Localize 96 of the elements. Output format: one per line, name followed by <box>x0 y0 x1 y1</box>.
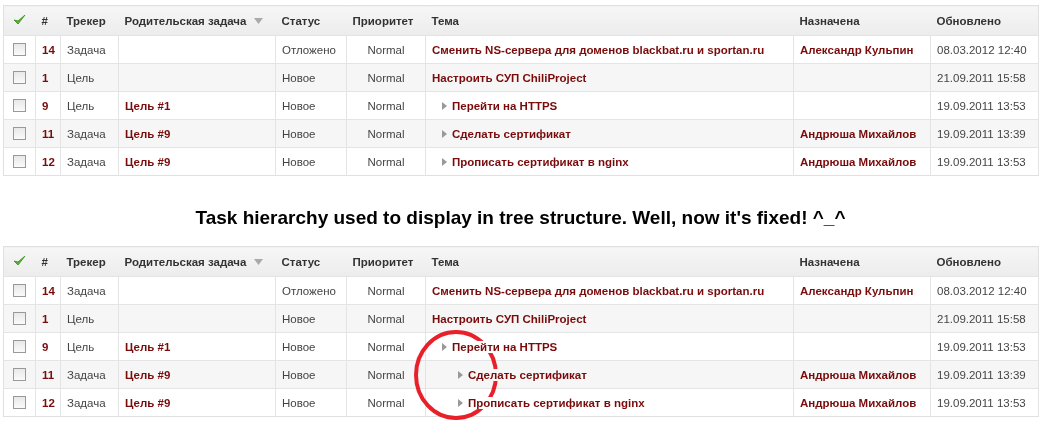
arrow-icon <box>458 370 463 379</box>
issue-link[interactable]: Перейти на HTTPS <box>452 340 558 353</box>
table-cell: Отложено <box>282 284 336 297</box>
table-cell: Normal <box>367 284 405 297</box>
column-header[interactable]: Назначена <box>799 14 860 27</box>
issue-link[interactable]: Настроить СУП ChiliProject <box>432 71 587 84</box>
issue-link[interactable]: Цель #9 <box>125 396 171 409</box>
issue-link[interactable]: 1 <box>42 312 49 325</box>
issue-link[interactable]: Цель #1 <box>125 99 171 112</box>
arrow-icon <box>442 342 447 351</box>
table-cell: Новое <box>282 340 316 353</box>
check-icon[interactable] <box>13 14 27 25</box>
table-cell: Задача <box>67 284 106 297</box>
issue-link[interactable]: Прописать сертификат в nginx <box>468 396 645 409</box>
checkbox[interactable] <box>13 71 26 85</box>
issue-link[interactable]: Перейти на HTTPS <box>452 99 558 112</box>
checkbox[interactable] <box>13 312 26 326</box>
table-cell: 21.09.2011 15:58 <box>937 71 1026 84</box>
issue-link[interactable]: Цель #9 <box>125 368 171 381</box>
issue-link[interactable]: 1 <box>42 71 49 84</box>
table-cell: Новое <box>282 71 316 84</box>
issue-link[interactable]: Цель #9 <box>125 127 171 140</box>
table-cell: Normal <box>367 368 405 381</box>
table-cell: 21.09.2011 15:58 <box>937 312 1026 325</box>
table-cell: Normal <box>367 340 405 353</box>
arrow-icon <box>458 398 463 407</box>
table-cell: 19.09.2011 13:39 <box>937 368 1026 381</box>
issue-link[interactable]: Цель #9 <box>125 155 171 168</box>
checkbox[interactable] <box>13 284 26 298</box>
table-cell: Новое <box>282 99 316 112</box>
issue-link[interactable]: 11 <box>42 368 55 381</box>
table-cell: Цель <box>67 71 95 84</box>
table-cell: 08.03.2012 12:40 <box>937 43 1027 56</box>
table-cell: 08.03.2012 12:40 <box>937 284 1027 297</box>
table-cell: Новое <box>282 368 316 381</box>
table-cell: 19.09.2011 13:39 <box>937 127 1026 140</box>
table-cell: Цель <box>67 312 95 325</box>
user-link[interactable]: Андрюша Михайлов <box>800 155 917 168</box>
column-header[interactable]: Назначена <box>799 255 860 268</box>
issue-link[interactable]: 12 <box>42 155 55 168</box>
column-header[interactable]: # <box>41 255 48 268</box>
table-cell: Normal <box>367 71 405 84</box>
user-link[interactable]: Андрюша Михайлов <box>800 396 917 409</box>
table-cell: Новое <box>282 396 316 409</box>
issue-link[interactable]: 12 <box>42 396 55 409</box>
checkbox[interactable] <box>13 43 26 57</box>
column-header[interactable]: # <box>41 14 48 27</box>
user-link[interactable]: Александр Кульпин <box>800 284 914 297</box>
table-cell: Новое <box>282 127 316 140</box>
issue-link[interactable]: Сделать сертификат <box>468 368 587 381</box>
checkbox[interactable] <box>13 340 26 354</box>
table-cell: 19.09.2011 13:53 <box>937 340 1026 353</box>
issue-link[interactable]: 9 <box>42 340 49 353</box>
table-cell: Normal <box>367 99 405 112</box>
issue-link[interactable]: 9 <box>42 99 49 112</box>
issue-link[interactable]: 11 <box>42 127 55 140</box>
table-cell: Normal <box>367 396 405 409</box>
checkbox[interactable] <box>13 155 26 169</box>
issue-link[interactable]: Сделать сертификат <box>452 127 571 140</box>
checkbox[interactable] <box>13 99 26 113</box>
issue-link[interactable]: Сменить NS-сервера для доменов blackbat.ru и sportan.ru <box>432 43 765 56</box>
checkbox[interactable] <box>13 368 26 382</box>
issue-link[interactable]: 14 <box>42 284 55 297</box>
table-cell: 19.09.2011 13:53 <box>937 396 1026 409</box>
checkbox[interactable] <box>13 127 26 141</box>
table-cell: 19.09.2011 13:53 <box>937 99 1026 112</box>
table-cell: Задача <box>67 127 106 140</box>
user-link[interactable]: Андрюша Михайлов <box>800 127 917 140</box>
sort-caret-icon[interactable] <box>254 18 264 25</box>
table-cell: Новое <box>282 312 316 325</box>
table-cell: 19.09.2011 13:53 <box>937 155 1026 168</box>
table-cell: Normal <box>367 127 405 140</box>
user-link[interactable]: Александр Кульпин <box>800 43 914 56</box>
issue-link[interactable]: Сменить NS-сервера для доменов blackbat.ru и sportan.ru <box>432 284 765 297</box>
table-cell: Новое <box>282 155 316 168</box>
issue-link[interactable]: 14 <box>42 43 55 56</box>
column-header[interactable]: Тема <box>431 255 459 268</box>
table-cell: Задача <box>67 396 106 409</box>
table-cell: Normal <box>367 155 405 168</box>
table-cell: Normal <box>367 312 405 325</box>
issue-link[interactable]: Прописать сертификат в nginx <box>452 155 629 168</box>
table-cell: Normal <box>367 43 405 56</box>
issue-link[interactable]: Настроить СУП ChiliProject <box>432 312 587 325</box>
check-icon[interactable] <box>13 255 27 266</box>
caption-text: Task hierarchy used to display in tree structure. Well, now it's fixed! ^_^ <box>194 206 847 230</box>
checkbox[interactable] <box>13 396 26 410</box>
table-cell: Цель <box>67 99 95 112</box>
sort-caret-icon[interactable] <box>254 259 264 266</box>
table-cell: Задача <box>67 155 106 168</box>
table-cell: Задача <box>67 43 106 56</box>
table-cell: Задача <box>67 368 106 381</box>
user-link[interactable]: Андрюша Михайлов <box>800 368 917 381</box>
issue-link[interactable]: Цель #1 <box>125 340 171 353</box>
table-cell: Отложено <box>282 43 336 56</box>
column-header[interactable]: Тема <box>431 14 459 27</box>
table-cell: Цель <box>67 340 95 353</box>
